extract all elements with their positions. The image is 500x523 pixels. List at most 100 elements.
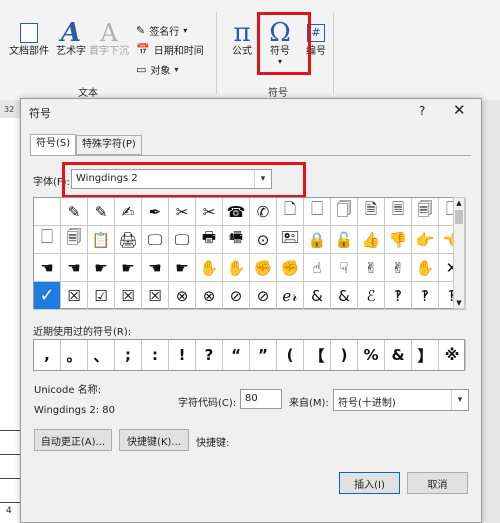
recent-symbols: ,。、;:!? “”(【)% &】 ※ [33,339,466,371]
symbol-cell[interactable]: 🖭 [277,226,304,254]
recent-symbol-cell[interactable]: & [385,340,412,370]
symbol-cell[interactable]: ☛ [115,254,142,282]
symbol-cell[interactable]: 👎 [385,226,412,254]
symbol-cell[interactable] [34,198,61,226]
grid-scrollbar[interactable]: ▲ ▼ [453,197,465,309]
recent-symbol-cell[interactable]: 。 [61,340,88,370]
signature-button[interactable]: ✎ 签名行 ▾ [136,22,187,38]
recent-symbol-cell[interactable]: , [34,340,61,370]
symbol-cell[interactable]: ☚ [34,254,61,282]
symbol-cell[interactable]: ✊ [277,254,304,282]
symbol-cell[interactable]: ✂ [196,198,223,226]
symbol-cell[interactable]: ⊗ [196,282,223,310]
symbol-cell[interactable]: ☟ [331,254,358,282]
symbol-cell[interactable]: ⊙ [250,226,277,254]
datetime-button[interactable]: 📅 日期和时间 [136,41,204,57]
symbol-cell[interactable]: ☎ [223,198,250,226]
symbol-cell[interactable]: 🖵 [169,226,196,254]
document-page: 4 [0,118,20,523]
symbol-cell[interactable]: ℯ𝓇 [277,282,304,310]
symbol-cell[interactable]: ☛ [88,254,115,282]
shortcut-key-button[interactable]: 快捷键(K)... [119,429,189,451]
symbol-cell[interactable]: ✆ [250,198,277,226]
scroll-down-icon[interactable]: ▼ [454,299,464,307]
symbol-cell[interactable]: ✋ [196,254,223,282]
symbol-cell[interactable]: ✎ [88,198,115,226]
symbol-cell[interactable]: 🗐 [61,226,88,254]
recent-symbol-cell[interactable]: : [142,340,169,370]
symbol-cell[interactable]: 🗌 [34,226,61,254]
calendar-icon: 📅 [136,42,150,56]
symbol-cell[interactable]: ✎ [61,198,88,226]
dropcap-button[interactable]: A 首字下沉 [84,19,134,58]
scroll-thumb[interactable] [455,210,463,224]
recent-symbol-cell[interactable]: ; [115,340,142,370]
scroll-up-icon[interactable]: ▲ [454,199,464,207]
symbol-cell[interactable]: ✍ [115,198,142,226]
symbol-cell[interactable]: ✂ [169,198,196,226]
recent-symbol-cell[interactable]: ? [196,340,223,370]
chevron-down-icon[interactable]: ▾ [451,390,468,410]
symbol-cell[interactable]: ✒ [142,198,169,226]
close-button[interactable]: ✕ [453,101,466,119]
symbol-cell[interactable]: 🗎 [358,198,385,226]
char-code-input[interactable]: 80 [240,389,282,409]
tab-panel-border [30,155,471,156]
symbol-cell[interactable]: 🗍 [331,198,358,226]
tab-special-characters[interactable]: 特殊字符(P) [76,135,142,155]
recent-symbol-cell[interactable]: 】 [412,340,439,370]
symbol-cell[interactable]: ‽ [412,282,439,310]
autocorrect-button[interactable]: 自动更正(A)... [34,429,112,451]
symbol-cell[interactable]: & [331,282,358,310]
symbol-cell[interactable]: ✊ [250,254,277,282]
recent-symbol-cell[interactable]: “ [223,340,250,370]
recent-symbol-cell[interactable]: ( [277,340,304,370]
recent-symbol-cell[interactable]: ※ [439,340,466,370]
symbol-cell[interactable]: 🖶 [196,226,223,254]
symbol-cell[interactable]: ☚ [142,254,169,282]
symbol-cell[interactable]: 🖵 [142,226,169,254]
recent-symbol-cell[interactable]: 【 [304,340,331,370]
symbol-cell[interactable]: ☚ [61,254,88,282]
symbol-cell[interactable]: ☝ [304,254,331,282]
symbol-cell[interactable]: ✓ [34,282,61,310]
recent-symbol-cell[interactable]: ” [250,340,277,370]
recent-symbol-cell[interactable]: % [358,340,385,370]
symbol-cell[interactable]: 🗌 [304,198,331,226]
symbol-cell[interactable]: 🔓 [331,226,358,254]
symbol-cell[interactable]: ✌ [358,254,385,282]
from-select[interactable]: 符号(十进制) ▾ [333,389,469,411]
help-button[interactable]: ? [419,104,425,118]
recent-symbol-cell[interactable]: ) [331,340,358,370]
symbol-cell[interactable]: ☒ [142,282,169,310]
symbol-cell[interactable]: ✋ [412,254,439,282]
symbol-cell[interactable]: ☒ [61,282,88,310]
recent-symbol-cell[interactable]: ! [169,340,196,370]
signature-label: 签名行 [149,26,180,38]
symbol-cell[interactable]: ℰ [358,282,385,310]
tab-symbols[interactable]: 符号(S) [30,134,77,156]
recent-symbol-cell[interactable]: 、 [88,340,115,370]
symbol-cell[interactable]: 🔒 [304,226,331,254]
object-button[interactable]: ▭ 对象 ▾ [136,61,178,77]
symbol-cell[interactable]: & [304,282,331,310]
symbol-cell[interactable]: ‽ [385,282,412,310]
symbol-cell[interactable]: ✋ [223,254,250,282]
symbol-cell[interactable]: ☒ [115,282,142,310]
symbol-cell[interactable]: 🗏 [385,198,412,226]
symbol-cell[interactable]: 📋 [88,226,115,254]
symbol-cell[interactable]: ⊘ [250,282,277,310]
symbol-cell[interactable]: ⊗ [169,282,196,310]
symbol-cell[interactable]: 👍 [358,226,385,254]
symbol-cell[interactable]: 🖷 [223,226,250,254]
symbol-cell[interactable]: ⊘ [223,282,250,310]
symbol-cell[interactable]: ✌ [385,254,412,282]
symbol-cell[interactable]: 🗋 [277,198,304,226]
symbol-cell[interactable]: ☛ [169,254,196,282]
insert-button[interactable]: 插入(I) [339,472,400,494]
symbol-cell[interactable]: ☑ [88,282,115,310]
cancel-button[interactable]: 取消 [407,472,468,494]
symbol-cell[interactable]: 🖨 [115,226,142,254]
symbol-cell[interactable]: 👉 [412,226,439,254]
symbol-cell[interactable]: 🗐 [412,198,439,226]
